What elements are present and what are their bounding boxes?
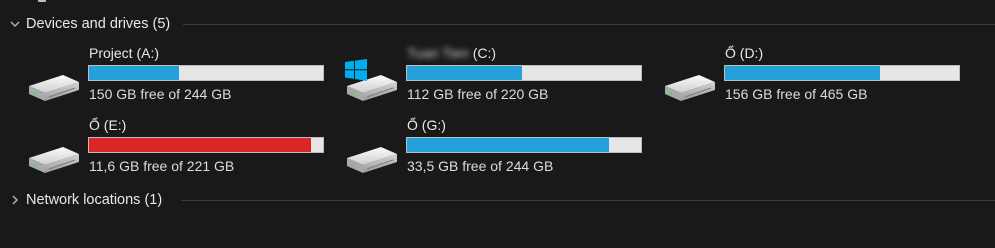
partial-item-above [38,0,46,2]
group-divider [181,200,995,201]
this-pc-view: Devices and drives (5) Project (A:) 150 … [0,0,995,248]
drive-free-space: 11,6 GB free of 221 GB [89,158,235,174]
drive-usage-fill [89,138,311,152]
drive-usage-bar [406,65,642,81]
drive-name: Ổ (E:) [89,117,127,133]
drive-usage-fill [407,66,522,80]
hard-drive-icon [665,75,715,101]
drive-usage-bar [88,65,324,81]
group-header-network-locations[interactable]: Network locations (1) [0,187,995,213]
drive-item-e[interactable]: Ổ (E:) 11,6 GB free of 221 GB [25,117,325,187]
drive-item-c[interactable]: Tuan Tien (C:) 112 GB free of 220 GB [343,45,643,115]
chevron-down-icon[interactable] [7,16,23,32]
drive-usage-fill [407,138,609,152]
drive-free-space: 150 GB free of 244 GB [89,86,232,102]
drive-item-a[interactable]: Project (A:) 150 GB free of 244 GB [25,45,325,115]
drive-name-redacted: Tuan Tien [407,45,469,61]
drive-name: Ổ (G:) [407,117,446,133]
group-divider [183,24,995,25]
group-label-devices-and-drives: Devices and drives (5) [26,16,171,32]
group-label-network-locations: Network locations (1) [26,192,163,208]
drive-free-space: 156 GB free of 465 GB [725,86,868,102]
windows-logo-icon [345,59,367,81]
drive-usage-bar [724,65,960,81]
drive-name: Project (A:) [89,45,160,61]
chevron-right-icon[interactable] [7,192,23,208]
drive-usage-bar [406,137,642,153]
group-header-devices-and-drives[interactable]: Devices and drives (5) [0,11,995,37]
drive-usage-bar [88,137,324,153]
drive-free-space: 33,5 GB free of 244 GB [407,158,554,174]
drive-name: Tuan Tien (C:) [407,45,496,61]
hard-drive-icon [347,147,397,173]
hard-drive-icon [29,75,79,101]
drive-letter: (C:) [472,45,497,61]
drive-item-g[interactable]: Ổ (G:) 33,5 GB free of 244 GB [343,117,643,187]
drive-usage-fill [89,66,180,80]
drive-usage-fill [725,66,881,80]
drive-name: Ổ (D:) [725,45,764,61]
drive-item-d[interactable]: Ổ (D:) 156 GB free of 465 GB [661,45,961,115]
drive-free-space: 112 GB free of 220 GB [407,86,549,102]
hard-drive-icon [29,147,79,173]
